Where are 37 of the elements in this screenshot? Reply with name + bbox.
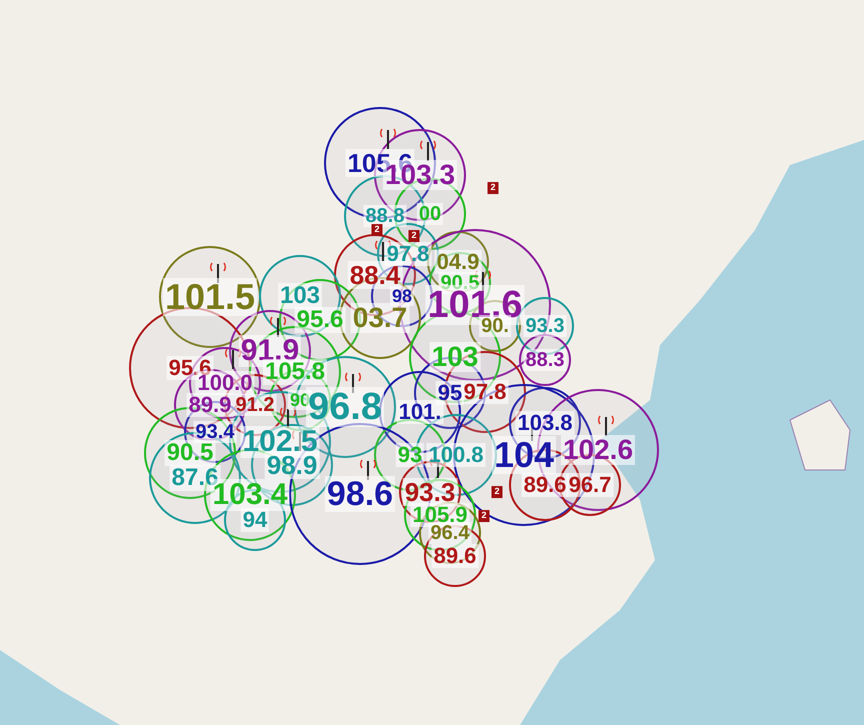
cluster-marker[interactable]: 2	[478, 510, 490, 522]
cluster-marker[interactable]: 2	[408, 230, 420, 242]
frequency-label[interactable]: 96.7	[566, 473, 614, 497]
frequency-label[interactable]: 91.2	[234, 394, 276, 416]
frequency-label[interactable]: 104	[492, 436, 556, 474]
frequency-label[interactable]: 102.6	[560, 435, 636, 465]
antenna-icon	[292, 430, 308, 451]
antenna-icon	[270, 316, 286, 337]
antenna-icon	[380, 128, 396, 149]
antenna-icon	[225, 348, 241, 369]
cluster-marker[interactable]: 2	[488, 182, 498, 194]
frequency-label[interactable]: 98.6	[324, 476, 396, 512]
frequency-label[interactable]: 96.4	[428, 522, 472, 544]
cluster-marker[interactable]: 2	[492, 486, 502, 498]
frequency-label[interactable]: 04.9	[434, 250, 482, 274]
frequency-label[interactable]: 101.	[396, 400, 444, 424]
frequency-label[interactable]: 93.4	[194, 421, 236, 443]
frequency-label[interactable]: 89.6	[432, 544, 478, 568]
antenna-icon	[280, 407, 296, 428]
frequency-label[interactable]: 88.4	[348, 261, 402, 289]
antenna-icon	[345, 372, 361, 393]
frequency-label[interactable]: 98	[390, 286, 414, 306]
frequency-label[interactable]: 101.5	[162, 278, 258, 316]
antenna-icon	[420, 140, 436, 161]
cluster-marker[interactable]: 2	[372, 224, 382, 236]
frequency-label[interactable]: 95	[436, 381, 464, 405]
antenna-icon	[360, 459, 376, 480]
frequency-label[interactable]: 88.3	[524, 349, 566, 371]
frequency-label[interactable]: 97.8	[462, 380, 508, 404]
frequency-label[interactable]: 03.7	[350, 303, 410, 333]
frequency-label[interactable]: 93.3	[402, 478, 458, 506]
frequency-label[interactable]: 103.8	[515, 411, 575, 435]
frequency-label[interactable]: 89.6	[522, 473, 568, 497]
antenna-icon	[210, 262, 226, 283]
island-drawing	[789, 399, 851, 470]
frequency-label[interactable]: 89.9	[186, 393, 234, 417]
antenna-icon	[598, 415, 614, 436]
